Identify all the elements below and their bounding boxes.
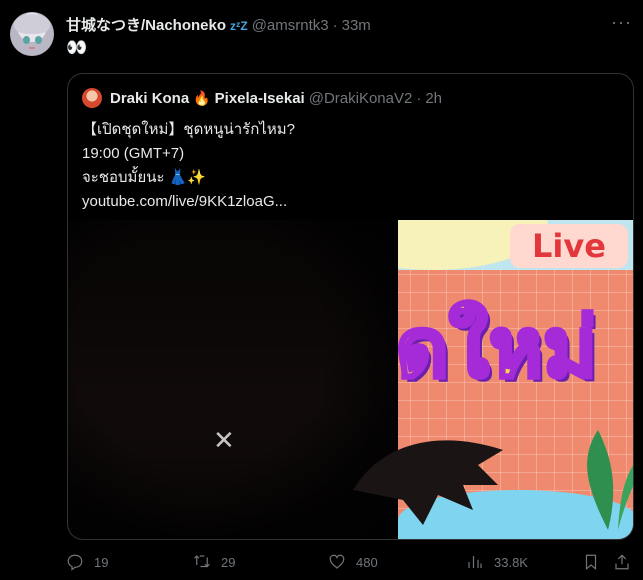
retweet-icon xyxy=(194,555,210,568)
quoted-line: 19:00 (GMT+7) xyxy=(82,145,185,162)
wing-icon xyxy=(353,440,503,525)
tweet-text: 👀 xyxy=(66,38,88,57)
quoted-author-name[interactable]: Draki Kona xyxy=(110,90,189,107)
retweet-button[interactable]: 29 xyxy=(193,553,235,571)
avatar-hair xyxy=(14,14,50,34)
like-button[interactable]: 480 xyxy=(328,553,378,571)
author-name[interactable]: 甘城なつき/Nachoneko xyxy=(66,14,226,35)
quoted-author-name-2[interactable]: Pixela-Isekai xyxy=(215,90,305,107)
reply-icon xyxy=(67,554,83,571)
name-suffix: zᶻZ xyxy=(230,19,248,33)
tweet-actions: 19 29 480 33.8K xyxy=(66,550,631,574)
like-count: 480 xyxy=(356,554,378,570)
retweet-count: 29 xyxy=(221,554,236,570)
leaves-icon xyxy=(587,430,633,530)
quoted-handle[interactable]: @DrakiKonaV2 xyxy=(309,90,413,107)
quoted-link[interactable]: youtube.com/live/9KK1zloaG... xyxy=(82,190,295,214)
quoted-text: 【เปิดชุดใหม่】ชุดหนูน่ารักไหม? 19:00 (GMT… xyxy=(82,118,295,214)
quoted-thumbnail[interactable]: Live ชุดใหม่ ✕ xyxy=(68,220,633,539)
quoted-header: Draki Kona 🔥 Pixela-Isekai @DrakiKonaV2 … xyxy=(82,88,442,108)
fire-icon: 🔥 xyxy=(193,89,211,106)
author-handle[interactable]: @amsrntk3 xyxy=(252,17,329,34)
share-icon xyxy=(615,554,629,570)
avatar-eye xyxy=(35,36,42,44)
quoted-separator: · xyxy=(416,89,422,107)
views-count: 33.8K xyxy=(494,554,528,570)
character-shade xyxy=(68,220,398,539)
heart-icon xyxy=(329,554,345,569)
bookmark-button[interactable] xyxy=(582,553,600,571)
quoted-avatar[interactable] xyxy=(82,88,102,108)
header-separator: · xyxy=(332,17,338,34)
quoted-tweet[interactable]: Draki Kona 🔥 Pixela-Isekai @DrakiKonaV2 … xyxy=(67,73,634,540)
live-badge: Live xyxy=(510,224,628,268)
avatar-eye xyxy=(23,36,30,44)
views-icon xyxy=(468,556,482,568)
quoted-time[interactable]: 2h xyxy=(425,90,442,107)
reply-count: 19 xyxy=(94,554,109,570)
quoted-line: 【เปิดชุดใหม่】ชุดหนูน่ารักไหม? xyxy=(82,121,295,138)
bow-icon: ✕ xyxy=(213,425,235,455)
share-button[interactable] xyxy=(613,553,631,571)
author-avatar[interactable] xyxy=(10,12,54,56)
more-options-icon[interactable]: ··· xyxy=(611,12,632,33)
bookmark-icon xyxy=(585,554,597,571)
reply-button[interactable]: 19 xyxy=(66,553,108,571)
tweet-header: 甘城なつき/Nachoneko zᶻZ @amsrntk3 · 33m xyxy=(66,14,371,35)
tweet-time[interactable]: 33m xyxy=(342,17,371,34)
views-button[interactable]: 33.8K xyxy=(466,553,528,571)
quoted-line: จะชอบมั้ยนะ 👗✨ xyxy=(82,169,207,186)
avatar-mouth xyxy=(29,47,35,49)
